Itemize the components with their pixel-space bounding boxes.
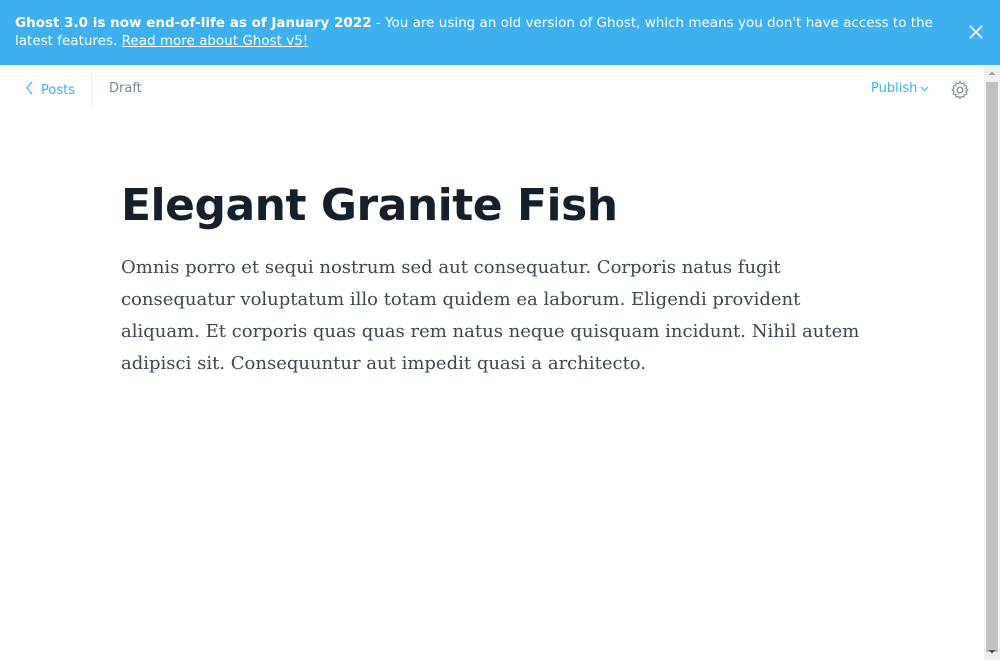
banner-headline: Ghost 3.0 is now end-of-life as of Janua… [15, 15, 372, 31]
gear-icon[interactable] [950, 80, 970, 100]
chevron-down-icon [920, 81, 929, 96]
scroll-down-arrow-icon[interactable] [984, 643, 1000, 660]
chevron-left-icon [25, 81, 35, 99]
end-of-life-banner: Ghost 3.0 is now end-of-life as of Janua… [0, 0, 1000, 65]
back-to-posts-link[interactable]: Posts [25, 79, 75, 101]
post-status: Draft [109, 81, 142, 96]
post-body[interactable]: Omnis porro et sequi nostrum sed aut con… [121, 252, 861, 380]
back-to-posts-label: Posts [41, 82, 75, 98]
post-editor: Elegant Granite Fish Omnis porro et sequ… [121, 178, 861, 380]
toolbar-divider [91, 72, 92, 108]
editor-toolbar: Posts Draft Publish [0, 65, 984, 115]
banner-read-more-link[interactable]: Read more about Ghost v5! [122, 33, 309, 49]
vertical-scrollbar[interactable] [984, 65, 1000, 660]
scroll-up-arrow-icon[interactable] [984, 65, 1000, 82]
close-icon[interactable] [968, 24, 984, 40]
scrollbar-thumb[interactable] [986, 82, 998, 652]
post-title[interactable]: Elegant Granite Fish [121, 178, 861, 234]
publish-label: Publish [871, 81, 918, 96]
publish-button[interactable]: Publish [871, 81, 929, 96]
